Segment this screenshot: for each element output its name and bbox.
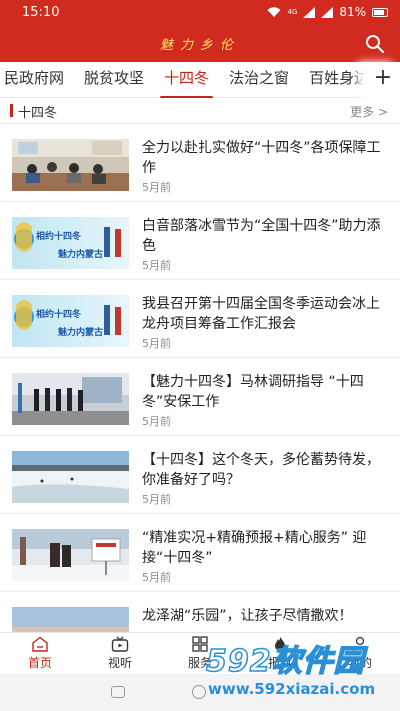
news-time: 5月前 xyxy=(142,571,171,584)
nav-video[interactable]: 视听 xyxy=(80,633,160,675)
list-item[interactable]: 相约十四冬 魅力内蒙古 我县召开第十四届全国冬季运动会冰上龙舟项目筹备工作汇报会… xyxy=(0,280,400,358)
news-title: 【十四冬】这个冬天，多伦蓄势待发，你准备好了吗？ xyxy=(142,452,380,488)
app-title: 魅力乡伦 xyxy=(159,38,240,53)
nav-home-label: 首页 xyxy=(27,656,52,670)
signal-icon-2 xyxy=(321,6,334,18)
section-header: 十四冬 更多 > xyxy=(0,98,400,124)
news-title: 【魅力十四冬】马林调研指导 “十四冬”安保工作 xyxy=(142,374,364,410)
news-thumbnail: 相约十四冬 魅力内蒙古 xyxy=(12,295,129,347)
channel-tabs: 民政府网 脱贫攻坚 十四冬 法治之窗 百姓身边 + xyxy=(0,62,400,99)
news-title: “精准实况+精确预报+精心服务” 迎接“十四冬” xyxy=(142,530,367,566)
news-time: 5月前 xyxy=(142,493,171,506)
banner-line2: 魅力内蒙古 xyxy=(58,326,103,338)
news-title: 龙泽湖“乐园”，让孩子尽情撒欢！ xyxy=(142,608,353,624)
banner-line1: 相约十四冬 xyxy=(36,308,82,320)
news-time: 5月前 xyxy=(142,415,171,428)
home-icon xyxy=(32,636,48,652)
signal-icon xyxy=(303,6,316,18)
status-bar: 15:10 4G 81% xyxy=(0,0,400,26)
news-thumbnail xyxy=(12,373,129,425)
watermark-logo: 592软件园 xyxy=(205,643,365,680)
banner-line1: 相约十四冬 xyxy=(36,230,82,242)
tab-poverty[interactable]: 脱贫攻坚 xyxy=(74,62,154,98)
news-thumbnail xyxy=(12,451,129,503)
wifi-icon xyxy=(267,6,281,17)
tab-law[interactable]: 法治之窗 xyxy=(219,62,299,98)
news-list: 全力以赴扎实做好“十四冬”各项保障工作 5月前 相约十四冬 魅力内蒙古 白音部落… xyxy=(0,124,400,632)
news-title: 全力以赴扎实做好“十四冬”各项保障工作 xyxy=(142,140,381,176)
news-thumbnail: 相约十四冬 魅力内蒙古 xyxy=(12,217,129,269)
app-header: 魅力乡伦 xyxy=(0,26,400,62)
list-item[interactable]: 【十四冬】这个冬天，多伦蓄势待发，你准备好了吗？ 5月前 xyxy=(0,436,400,514)
tv-icon xyxy=(111,636,129,652)
list-item[interactable]: 全力以赴扎实做好“十四冬”各项保障工作 5月前 xyxy=(0,124,400,202)
news-thumbnail xyxy=(12,139,129,191)
news-time: 5月前 xyxy=(142,337,171,350)
battery-percent: 81% xyxy=(339,5,366,19)
network-type: 4G xyxy=(287,7,298,16)
search-icon[interactable] xyxy=(364,33,386,55)
more-link[interactable]: 更多 > xyxy=(350,103,388,120)
news-thumbnail xyxy=(12,529,129,581)
section-title: 十四冬 xyxy=(18,106,58,121)
news-time: 5月前 xyxy=(142,259,171,272)
add-channel-button[interactable]: + xyxy=(366,62,400,98)
list-item[interactable]: 【魅力十四冬】马林调研指导 “十四冬”安保工作 5月前 xyxy=(0,358,400,436)
section-marker xyxy=(10,104,13,117)
recent-apps-icon[interactable] xyxy=(111,686,125,698)
news-title: 我县召开第十四届全国冬季运动会冰上龙舟项目筹备工作汇报会 xyxy=(142,296,380,332)
nav-video-label: 视听 xyxy=(107,656,132,670)
watermark-url: www.592xiazai.com xyxy=(208,680,376,698)
status-time: 15:10 xyxy=(22,5,60,20)
list-item[interactable]: 相约十四冬 魅力内蒙古 白音部落冰雪节为“全国十四冬”助力添色 5月前 xyxy=(0,202,400,280)
tab-mingov[interactable]: 民政府网 xyxy=(0,62,74,98)
watermark: 592软件园 www.592xiazai.com xyxy=(205,636,398,706)
battery-icon xyxy=(372,7,388,17)
list-item[interactable]: “精准实况+精确预报+精心服务” 迎接“十四冬” 5月前 xyxy=(0,514,400,592)
home-button-icon[interactable] xyxy=(192,685,206,699)
list-item[interactable]: 龙泽湖“乐园”，让孩子尽情撒欢！ xyxy=(0,592,400,632)
news-title: 白音部落冰雪节为“全国十四冬”助力添色 xyxy=(142,218,381,254)
news-thumbnail xyxy=(12,607,129,632)
tab-fourteenth-winter[interactable]: 十四冬 xyxy=(154,62,219,99)
banner-line2: 魅力内蒙古 xyxy=(58,248,103,260)
news-time: 5月前 xyxy=(142,181,171,194)
nav-home[interactable]: 首页 xyxy=(0,633,80,675)
